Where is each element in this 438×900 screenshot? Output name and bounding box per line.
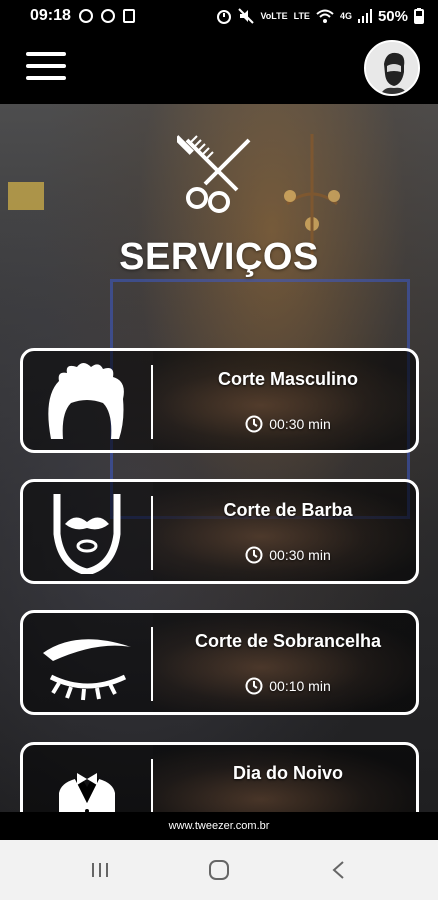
background-sign bbox=[8, 182, 44, 210]
service-photo bbox=[153, 351, 416, 450]
service-duration-text: 00:30 min bbox=[269, 547, 331, 563]
status-time: 09:18 bbox=[30, 7, 71, 24]
battery-percent: 50% bbox=[377, 7, 408, 25]
service-duration: 00:30 min bbox=[163, 546, 413, 564]
card-divider bbox=[151, 627, 153, 701]
wifi-icon bbox=[316, 9, 334, 23]
hamburger-menu-icon[interactable] bbox=[26, 52, 66, 80]
recents-icon bbox=[91, 863, 108, 877]
home-icon bbox=[208, 860, 229, 880]
footer-website: www.tweezer.com.br bbox=[0, 812, 438, 840]
network-label: 4G bbox=[339, 10, 352, 21]
eyebrow-icon bbox=[43, 639, 131, 701]
app-bar bbox=[0, 32, 438, 104]
back-icon bbox=[332, 861, 344, 879]
page-title: SERVIÇOS bbox=[119, 236, 319, 278]
service-name: Corte de Barba bbox=[223, 500, 353, 520]
service-card-dia-do-noivo[interactable]: Dia do Noivo bbox=[20, 742, 419, 812]
mute-icon bbox=[238, 8, 255, 24]
battery-icon bbox=[414, 8, 424, 24]
signal-icon bbox=[357, 9, 372, 23]
sync-icon bbox=[100, 9, 115, 23]
service-card-corte-de-sobrancelha[interactable]: Corte de Sobrancelha 00:10 min bbox=[20, 610, 419, 715]
service-duration-text: 00:30 min bbox=[269, 416, 331, 432]
back-button[interactable] bbox=[318, 850, 358, 890]
home-button[interactable] bbox=[199, 850, 239, 890]
do-not-disturb-icon bbox=[78, 9, 93, 23]
status-bar: 09:18 VoLTE LTE 4G 50% bbox=[0, 0, 438, 32]
service-name: Corte de Sobrancelha bbox=[194, 631, 382, 651]
clock-icon bbox=[245, 546, 263, 564]
service-duration-text: 00:10 min bbox=[269, 678, 331, 694]
services-content[interactable]: SERVIÇOS Corte Masculino 00:30 min Corte… bbox=[0, 104, 438, 812]
service-name: Corte Masculino bbox=[217, 369, 359, 389]
lte-label: LTE bbox=[293, 10, 310, 21]
volte-label: VoLTE bbox=[260, 10, 288, 21]
system-nav-bar bbox=[0, 840, 438, 900]
service-duration: 00:10 min bbox=[163, 677, 413, 695]
alarm-icon bbox=[217, 10, 232, 24]
card-divider bbox=[151, 365, 153, 439]
status-right: VoLTE LTE 4G 50% bbox=[216, 8, 424, 25]
recents-button[interactable] bbox=[80, 850, 120, 890]
service-name: Dia do Noivo bbox=[232, 763, 343, 783]
service-photo bbox=[153, 613, 416, 712]
bearded-man-avatar-icon bbox=[366, 42, 418, 94]
card-divider bbox=[151, 496, 153, 570]
service-card-corte-masculino[interactable]: Corte Masculino 00:30 min bbox=[20, 348, 419, 453]
service-photo bbox=[153, 482, 416, 581]
avatar[interactable] bbox=[364, 40, 420, 96]
service-card-corte-de-barba[interactable]: Corte de Barba 00:30 min bbox=[20, 479, 419, 584]
notification-icon bbox=[122, 9, 135, 23]
status-left: 09:18 bbox=[30, 7, 135, 25]
comb-scissors-icon bbox=[177, 135, 251, 213]
clock-icon bbox=[245, 677, 263, 695]
service-duration: 00:30 min bbox=[163, 415, 413, 433]
beard-icon bbox=[53, 494, 121, 574]
tuxedo-icon bbox=[59, 773, 115, 812]
clock-icon bbox=[245, 415, 263, 433]
card-divider bbox=[151, 759, 153, 812]
hair-icon bbox=[48, 363, 124, 439]
